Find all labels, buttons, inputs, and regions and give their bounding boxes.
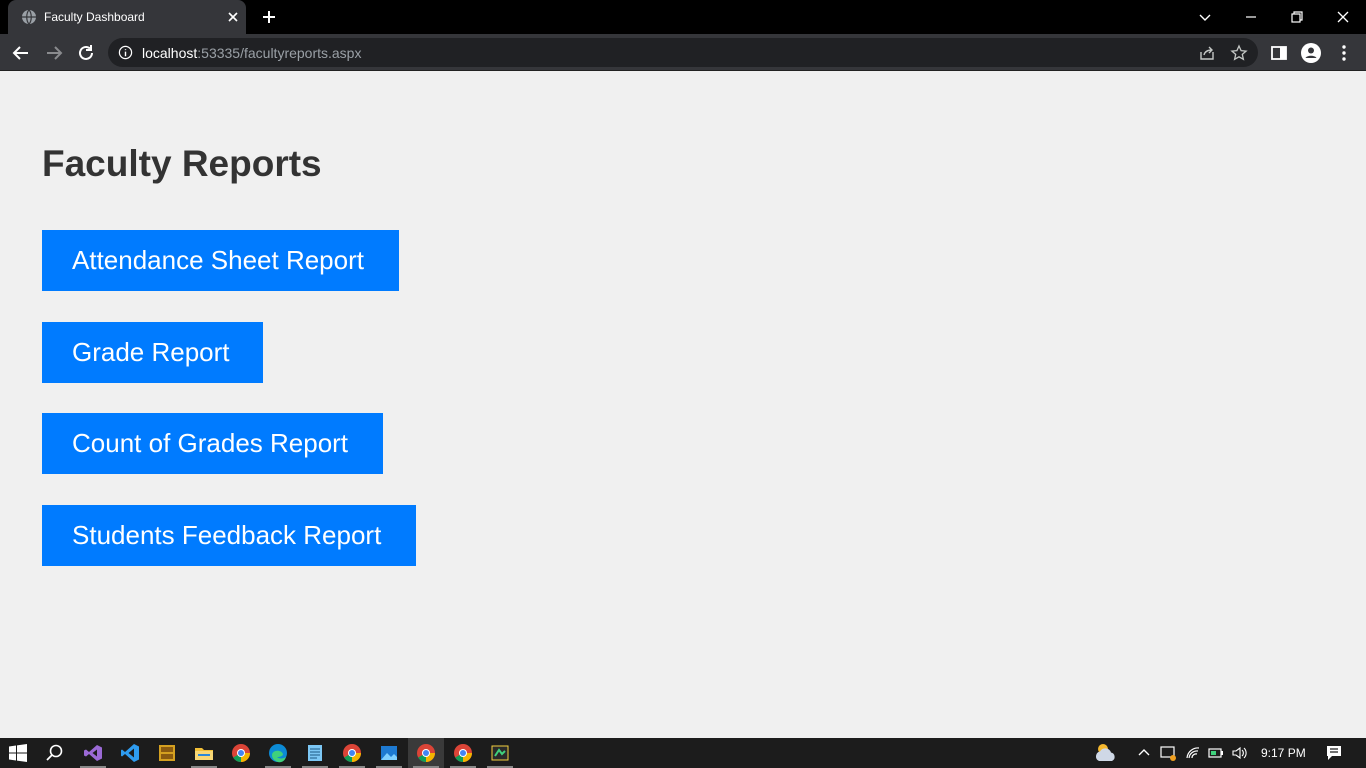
chrome-icon[interactable] bbox=[231, 743, 251, 763]
minimize-icon[interactable] bbox=[1240, 6, 1262, 28]
side-panel-icon[interactable] bbox=[1268, 42, 1290, 64]
dosbox-icon[interactable] bbox=[157, 743, 177, 763]
browser-tabstrip: Faculty Dashboard bbox=[0, 0, 1366, 34]
url-path: :53335/facultyreports.aspx bbox=[197, 45, 362, 61]
browser-toolbar: localhost:53335/facultyreports.aspx bbox=[0, 34, 1366, 71]
weather-icon[interactable] bbox=[1093, 741, 1119, 765]
profile-avatar-icon[interactable] bbox=[1300, 42, 1322, 64]
close-tab-icon[interactable] bbox=[225, 9, 241, 25]
forward-arrow-icon[interactable] bbox=[43, 42, 65, 64]
url-host: localhost bbox=[142, 45, 198, 61]
search-icon[interactable] bbox=[45, 743, 65, 763]
back-arrow-icon[interactable] bbox=[10, 42, 32, 64]
page-title: Faculty Reports bbox=[42, 143, 322, 184]
edge-icon[interactable] bbox=[268, 743, 288, 763]
share-icon[interactable] bbox=[1198, 44, 1216, 62]
photos-icon[interactable] bbox=[379, 743, 399, 763]
tab-title: Faculty Dashboard bbox=[44, 10, 145, 24]
students-feedback-report-button[interactable]: Students Feedback Report bbox=[42, 505, 416, 566]
browser-tab[interactable]: Faculty Dashboard bbox=[8, 0, 246, 34]
reload-icon[interactable] bbox=[75, 42, 97, 64]
chrome-active-icon[interactable] bbox=[416, 743, 436, 763]
attendance-sheet-report-button[interactable]: Attendance Sheet Report bbox=[42, 230, 399, 291]
display-notification-icon[interactable] bbox=[1160, 745, 1176, 761]
windows-start-icon[interactable] bbox=[8, 743, 28, 763]
grade-report-button[interactable]: Grade Report bbox=[42, 322, 263, 383]
wifi-icon[interactable] bbox=[1185, 745, 1201, 761]
globe-icon bbox=[22, 9, 36, 25]
url-text[interactable]: localhost:53335/facultyreports.aspx bbox=[142, 45, 361, 61]
taskbar-clock[interactable]: 9:17 PM bbox=[1261, 746, 1306, 760]
count-of-grades-report-button[interactable]: Count of Grades Report bbox=[42, 413, 383, 474]
chrome-profile-icon[interactable] bbox=[342, 743, 362, 763]
chrome-second-icon[interactable] bbox=[453, 743, 473, 763]
more-menu-icon[interactable] bbox=[1333, 42, 1355, 64]
info-icon[interactable] bbox=[118, 45, 133, 60]
action-center-icon[interactable] bbox=[1325, 744, 1343, 762]
notepad-icon[interactable] bbox=[305, 743, 325, 763]
battery-icon[interactable] bbox=[1208, 745, 1224, 761]
close-window-icon[interactable] bbox=[1332, 6, 1354, 28]
volume-icon[interactable] bbox=[1231, 745, 1247, 761]
restore-icon[interactable] bbox=[1286, 6, 1308, 28]
bookmark-star-icon[interactable] bbox=[1230, 44, 1248, 62]
taskbar: 9:17 PM bbox=[0, 738, 1366, 768]
file-explorer-icon[interactable] bbox=[194, 743, 214, 763]
page-content: Faculty Reports Attendance Sheet Report … bbox=[0, 71, 1366, 738]
new-tab-icon[interactable] bbox=[260, 8, 278, 26]
show-hidden-icons-chevron-icon[interactable] bbox=[1136, 745, 1152, 761]
tab-search-chevron-icon[interactable] bbox=[1194, 6, 1216, 28]
visual-studio-icon[interactable] bbox=[83, 743, 103, 763]
address-bar[interactable]: localhost:53335/facultyreports.aspx bbox=[108, 38, 1258, 67]
sticky-app-icon[interactable] bbox=[490, 743, 510, 763]
vscode-icon[interactable] bbox=[120, 743, 140, 763]
